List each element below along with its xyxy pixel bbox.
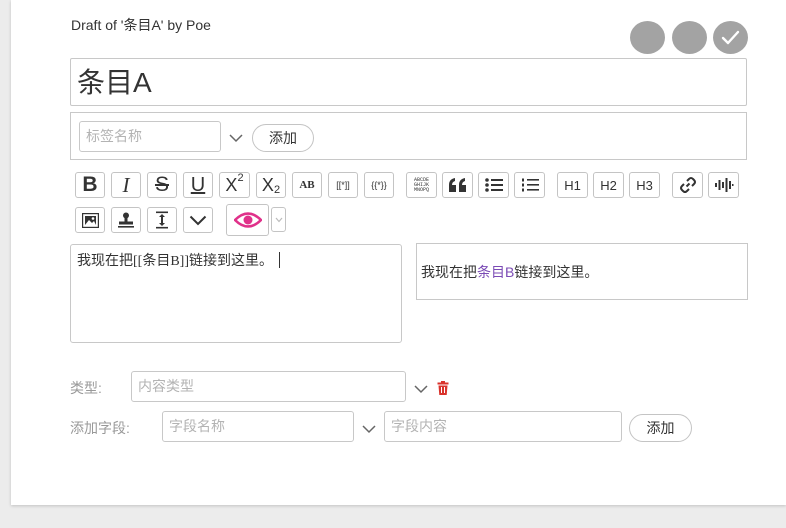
monospace-block-button[interactable]: ABCDE GHIJK MNOPQ: [406, 172, 437, 198]
add-field-button[interactable]: 添加: [629, 414, 692, 442]
preview-text-after: 链接到这里。: [514, 264, 599, 280]
heading-3-button[interactable]: H3: [629, 172, 660, 198]
add-field-label: 添加字段:: [70, 420, 130, 436]
tag-dropdown-chevron-icon[interactable]: [229, 133, 243, 143]
trash-icon[interactable]: [437, 381, 449, 395]
line-spacing-button[interactable]: [147, 207, 177, 233]
type-dropdown-chevron-icon[interactable]: [414, 384, 428, 394]
subscript-idx: 2: [273, 184, 281, 196]
link-button[interactable]: [672, 172, 703, 198]
chevron-down-icon: [189, 215, 207, 225]
quote-button[interactable]: [442, 172, 473, 198]
underline-button[interactable]: U: [183, 172, 213, 198]
preview-pane: 我现在把条目B链接到这里。: [416, 243, 748, 300]
monospace-line-3: MNOPQ: [413, 186, 429, 193]
strikethrough-button[interactable]: S: [147, 172, 177, 198]
bold-button[interactable]: B: [75, 172, 105, 198]
stamp-button[interactable]: [111, 207, 141, 233]
stamp-icon: [118, 212, 134, 228]
preview-text-before: 我现在把: [421, 264, 477, 280]
field-value-input[interactable]: 字段内容: [384, 411, 622, 442]
italic-button[interactable]: I: [111, 172, 141, 198]
image-button[interactable]: [75, 207, 105, 233]
draft-heading: Draft of '条目A' by Poe: [71, 17, 211, 33]
subscript-button[interactable]: X2: [256, 172, 286, 198]
content-type-input[interactable]: 内容类型: [131, 371, 406, 402]
bulleted-list-button[interactable]: [478, 172, 509, 198]
small-caps-button[interactable]: AB: [292, 172, 322, 198]
spacing-icon: [156, 211, 168, 229]
audio-button[interactable]: [708, 172, 739, 198]
add-tag-button[interactable]: 添加: [252, 124, 314, 152]
more-tools-button[interactable]: [183, 207, 213, 233]
bulleted-list-icon: [484, 178, 503, 192]
body-text: 我现在把[[条目B]]链接到这里。: [77, 254, 273, 269]
macro-button[interactable]: {{*}}: [364, 172, 394, 198]
title-field[interactable]: 条目A: [70, 58, 747, 106]
body-textarea[interactable]: 我现在把[[条目B]]链接到这里。: [70, 244, 402, 343]
numbered-list-button[interactable]: [514, 172, 545, 198]
heading-1-button[interactable]: H1: [557, 172, 588, 198]
audio-waveform-icon: [714, 178, 733, 192]
preview-toggle-button[interactable]: [226, 204, 269, 236]
preview-type-dropdown[interactable]: [271, 207, 286, 232]
cancel-draft-button[interactable]: [672, 21, 707, 54]
field-dropdown-chevron-icon[interactable]: [362, 424, 376, 434]
link-icon: [679, 177, 696, 193]
text-caret: [279, 252, 280, 268]
quote-icon: [448, 178, 466, 192]
title-input[interactable]: 条目A: [77, 65, 717, 101]
tag-name-input[interactable]: 标签名称: [79, 121, 221, 152]
type-label: 类型:: [70, 380, 102, 396]
heading-2-button[interactable]: H2: [593, 172, 624, 198]
subscript-base: X: [261, 174, 274, 195]
small-chevron-down-icon: [275, 217, 282, 222]
eye-icon: [233, 212, 262, 228]
preview-link[interactable]: 条目B: [477, 264, 514, 280]
superscript-exp: 2: [237, 172, 244, 184]
superscript-button[interactable]: X2: [219, 172, 250, 198]
numbered-list-icon: [521, 178, 539, 192]
field-name-input[interactable]: 字段名称: [162, 411, 354, 442]
image-icon: [81, 212, 99, 228]
wiki-link-button[interactable]: [[*]]: [328, 172, 358, 198]
delete-draft-button[interactable]: [630, 21, 665, 54]
save-draft-button[interactable]: [713, 21, 748, 54]
checkmark-icon: [721, 30, 740, 45]
superscript-base: X: [225, 174, 238, 195]
